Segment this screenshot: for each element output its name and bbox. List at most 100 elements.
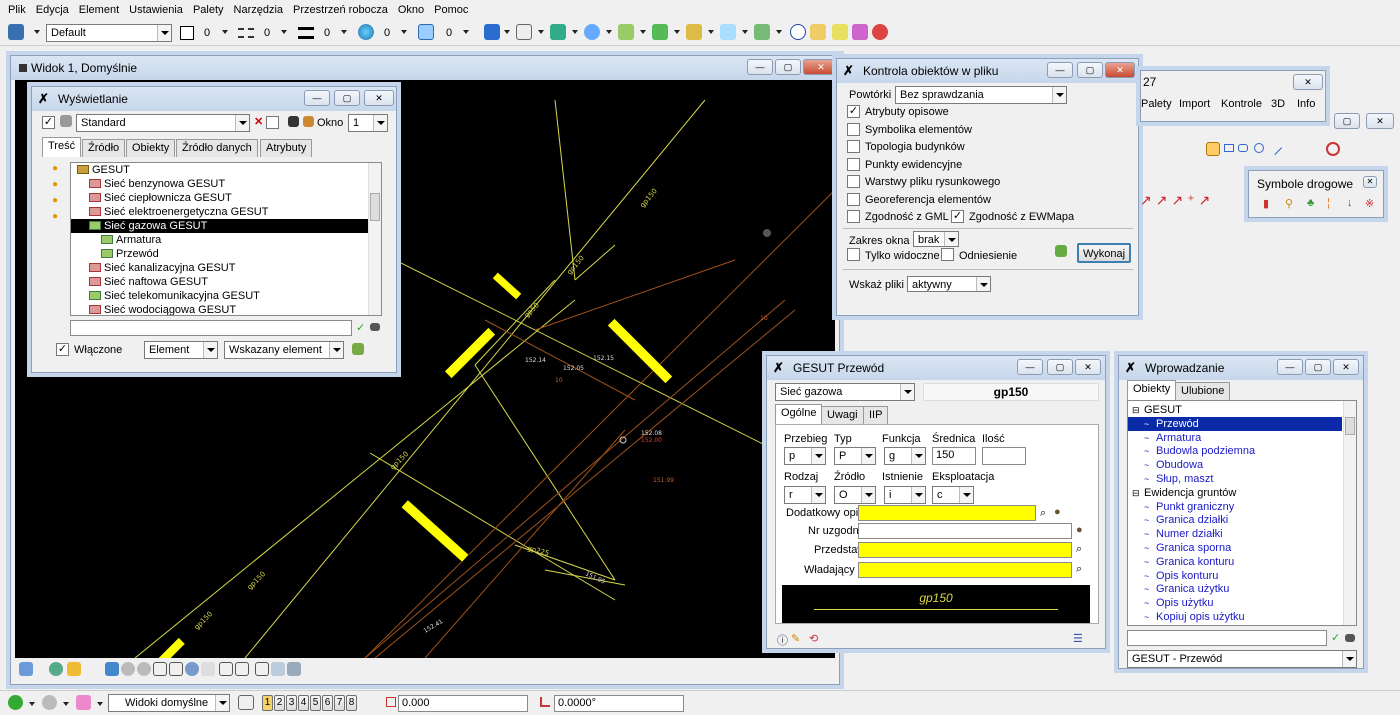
element-combo[interactable]: Element [144, 341, 218, 359]
tree-item[interactable]: Sieć elektroenergetyczna GESUT [71, 205, 369, 219]
palette-menu-import[interactable]: Import [1179, 98, 1210, 110]
save-icon[interactable] [288, 116, 299, 127]
palette-menu-kontrole[interactable]: Kontrole [1221, 98, 1262, 110]
stop-icon[interactable] [1326, 142, 1340, 156]
menu-element[interactable]: Element [79, 4, 119, 16]
chart-icon[interactable] [303, 116, 314, 127]
minimize-button[interactable]: — [304, 90, 330, 106]
rodzaj-combo[interactable]: r [784, 486, 826, 504]
sign-icon[interactable]: ↓ [1347, 197, 1353, 209]
close-button[interactable]: ✕ [1333, 359, 1359, 375]
chevron-down-icon[interactable] [538, 30, 544, 34]
tool-4-icon[interactable] [584, 24, 600, 40]
update-view-icon[interactable] [105, 662, 119, 676]
zrodlo-combo[interactable]: O [834, 486, 876, 504]
point-icon[interactable] [1206, 142, 1220, 156]
back-icon[interactable] [8, 695, 23, 710]
tab-ogolne[interactable]: Ogólne [775, 404, 823, 424]
scroll-thumb[interactable] [1345, 417, 1355, 435]
funkcja-combo[interactable]: g [884, 447, 926, 465]
printer-icon[interactable] [60, 115, 72, 127]
tylko-checkbox[interactable] [847, 248, 860, 261]
menu-przestrzen[interactable]: Przestrzeń robocza [293, 4, 388, 16]
color-swatch-icon[interactable] [180, 26, 194, 40]
standard-checkbox[interactable]: ✓ [42, 116, 55, 129]
tab-ulubione[interactable]: Ulubione [1175, 382, 1231, 400]
wprow-filter-input[interactable] [1127, 630, 1327, 646]
sign-icon[interactable]: ※ [1365, 197, 1374, 210]
tree-item[interactable]: Sieć benzynowa GESUT [71, 177, 369, 191]
view-page-button[interactable]: 7 [334, 695, 345, 711]
ilosc-input[interactable] [982, 447, 1026, 465]
chevron-down-icon[interactable] [776, 30, 782, 34]
object-item[interactable]: ~ Kopiuj opis użytku [1128, 610, 1342, 624]
rotate-view-icon[interactable] [185, 662, 199, 676]
chevron-down-icon[interactable] [63, 702, 69, 706]
minimize-button[interactable]: — [747, 59, 773, 75]
line-icon[interactable] [1267, 140, 1283, 156]
check-option-checkbox[interactable] [847, 122, 860, 136]
remove-icon[interactable]: ✕ [254, 115, 263, 128]
palette-menu-info[interactable]: Info [1297, 98, 1315, 110]
wskaz-combo[interactable]: aktywny [907, 276, 991, 292]
chevron-down-icon[interactable] [504, 30, 510, 34]
tree-item[interactable]: Sieć ciepłownicza GESUT [71, 191, 369, 205]
chevron-down-icon[interactable] [222, 30, 228, 34]
priority-icon[interactable] [418, 24, 434, 40]
tool-1-icon[interactable] [484, 24, 500, 40]
search-folder-icon[interactable] [810, 24, 826, 40]
object-item[interactable]: ~ Armatura [1128, 431, 1342, 445]
object-item[interactable]: ~ Budowla podziemna [1128, 444, 1342, 458]
layers-icon[interactable] [686, 24, 702, 40]
object-item[interactable]: ~ Opis konturu [1128, 569, 1342, 583]
chevron-down-icon[interactable] [29, 702, 35, 706]
chevron-down-icon[interactable] [401, 30, 407, 34]
check-option-checkbox[interactable] [847, 157, 860, 171]
object-item[interactable]: ~ Granica sporna [1128, 541, 1342, 555]
tree-item[interactable]: Sieć telekomunikacyjna GESUT [71, 289, 369, 303]
chevron-down-icon[interactable] [640, 30, 646, 34]
object-item[interactable]: ~ Przewód [1128, 416, 1342, 431]
sign-icon[interactable]: ▮ [1263, 197, 1269, 210]
object-item[interactable]: ~ Granica użytku [1128, 582, 1342, 596]
tab-obiekty[interactable]: Obiekty [126, 139, 176, 157]
standard-combo[interactable]: Standard [76, 114, 250, 132]
chevron-down-icon[interactable] [34, 30, 40, 34]
tree-item[interactable]: Armatura [71, 233, 369, 247]
check-option-checkbox[interactable] [847, 192, 860, 206]
chevron-down-icon[interactable] [97, 702, 103, 706]
check-option-checkbox[interactable] [847, 140, 860, 153]
palette-menu-3d[interactable]: 3D [1271, 98, 1285, 110]
lightbulb-icon[interactable]: ● [52, 210, 58, 222]
close-button[interactable]: ✕ [803, 59, 839, 75]
wykonaj-button[interactable]: Wykonaj [1077, 243, 1131, 263]
maximize-button[interactable]: ▢ [775, 59, 801, 75]
check-option-checkbox[interactable] [847, 175, 860, 188]
object-item[interactable]: ~ Granica działki [1128, 513, 1342, 527]
srednica-input[interactable]: 150 [932, 447, 976, 465]
line-weight-icon[interactable] [298, 27, 314, 39]
view-previous-icon[interactable] [219, 662, 233, 676]
lightbulb-icon[interactable]: ● [52, 162, 58, 174]
chevron-down-icon[interactable] [463, 30, 469, 34]
style-combo[interactable]: Default [46, 24, 172, 42]
check-option-checkbox[interactable]: ✓ [847, 105, 860, 118]
menu-edycja[interactable]: Edycja [36, 4, 69, 16]
tab-obiekty[interactable]: Obiekty [1127, 380, 1177, 400]
search-icon[interactable]: ⌕ [1040, 507, 1046, 520]
keyboard-icon[interactable] [370, 323, 380, 331]
scroll-thumb[interactable] [370, 193, 380, 221]
tab-zrodlo[interactable]: Źródło [82, 139, 126, 157]
tool-9-icon[interactable] [852, 24, 868, 40]
minimize-button[interactable]: — [1047, 62, 1073, 78]
close-button[interactable]: ✕ [1363, 176, 1377, 188]
view-page-button[interactable]: 3 [286, 695, 297, 711]
close-button[interactable]: ✕ [1293, 74, 1323, 90]
view-page-button[interactable]: 8 [346, 695, 357, 711]
wladajacy-input[interactable] [858, 562, 1072, 578]
typ-combo[interactable]: P [834, 447, 876, 465]
window-area-icon[interactable] [153, 662, 167, 676]
okno-combo[interactable]: 1 [348, 114, 388, 132]
view-page-button[interactable]: 1 [262, 695, 273, 711]
sign-icon[interactable]: ¦ [1327, 197, 1330, 209]
